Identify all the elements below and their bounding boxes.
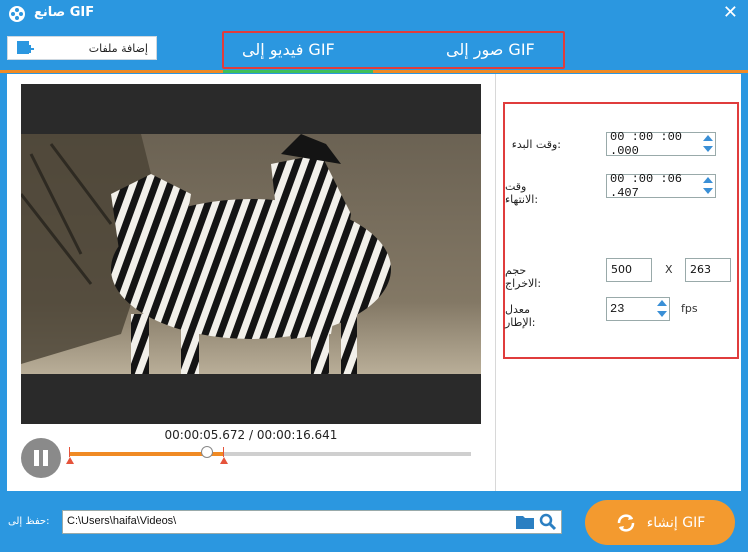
panel-divider: [495, 74, 496, 491]
increment-icon[interactable]: [703, 135, 713, 141]
pause-button[interactable]: [21, 438, 61, 478]
playhead-handle[interactable]: [200, 446, 213, 458]
tabs-highlight: فيديو إلى GIF صور إلى GIF: [222, 31, 565, 69]
frame-rate-value: 23: [610, 302, 625, 316]
video-frame-zebras: [21, 134, 481, 374]
search-icon[interactable]: [539, 513, 557, 531]
bottom-bar: حفظ إلى: C:\Users\haifa\Videos\ إنشاء GI…: [0, 491, 748, 552]
width-input[interactable]: 500: [606, 258, 652, 282]
end-time-stepper[interactable]: [701, 175, 715, 197]
start-time-value: 00 :00 :00 .000: [610, 130, 683, 158]
total-time: 00:00:16.641: [256, 428, 338, 442]
frame-rate-label: معدل الإطار:: [505, 303, 536, 329]
end-time-field[interactable]: 00 :00 :06 .407: [606, 172, 716, 200]
end-marker-handle[interactable]: [220, 447, 229, 464]
main-panel: 00:00:05.672 / 00:00:16.641 وقت البدء: 0…: [7, 74, 741, 491]
decrement-icon[interactable]: [703, 188, 713, 194]
start-time-field[interactable]: 00 :00 :00 .000: [606, 130, 716, 158]
start-time-stepper[interactable]: [701, 133, 715, 155]
output-path-value: C:\Users\haifa\Videos\: [67, 515, 177, 527]
end-time-value: 00 :00 :06 .407: [610, 172, 683, 200]
start-marker-handle[interactable]: [66, 447, 74, 464]
folder-icon[interactable]: [515, 514, 535, 530]
increment-icon[interactable]: [703, 177, 713, 183]
output-path-field[interactable]: C:\Users\haifa\Videos\: [62, 510, 562, 534]
window-title: صانع GIF: [34, 5, 95, 20]
save-to-label: حفظ إلى:: [8, 516, 50, 527]
active-tab-indicator: [223, 70, 373, 73]
film-reel-icon: [9, 6, 25, 22]
close-icon[interactable]: ✕: [723, 2, 738, 23]
playback-time: 00:00:05.672 / 00:00:16.641: [21, 428, 481, 442]
time-separator: /: [245, 428, 257, 442]
output-size-label: حجم الاخراج:: [505, 264, 542, 290]
frame-rate-field[interactable]: 23: [606, 297, 670, 321]
height-input[interactable]: 263: [685, 258, 731, 282]
timeline-track[interactable]: [66, 446, 471, 464]
create-gif-label: إنشاء GIF: [646, 514, 706, 531]
add-file-icon: [17, 41, 34, 54]
decrement-icon[interactable]: [703, 146, 713, 152]
tab-video-to-gif[interactable]: فيديو إلى GIF: [242, 40, 335, 59]
size-x-label: X: [665, 263, 673, 276]
video-preview[interactable]: [21, 84, 481, 424]
decrement-icon[interactable]: [657, 311, 667, 317]
tab-images-to-gif[interactable]: صور إلى GIF: [446, 40, 535, 59]
create-gif-button[interactable]: إنشاء GIF: [585, 500, 735, 545]
start-time-label: وقت البدء:: [511, 138, 561, 151]
fps-label: fps: [681, 302, 698, 315]
tab-bar: إضافة ملفات فيديو إلى GIF صور إلى GIF: [0, 28, 748, 73]
frame-rate-stepper[interactable]: [655, 298, 669, 320]
current-time: 00:00:05.672: [164, 428, 246, 442]
gif-settings-panel: وقت البدء: 00 :00 :00 .000 وقت الانتهاء:…: [503, 102, 739, 359]
end-time-label: وقت الانتهاء:: [505, 180, 539, 206]
title-bar: صانع GIF ✕: [0, 0, 748, 28]
add-files-label: إضافة ملفات: [88, 41, 148, 55]
refresh-icon: [617, 513, 634, 532]
add-files-button[interactable]: إضافة ملفات: [7, 36, 157, 60]
increment-icon[interactable]: [657, 300, 667, 306]
